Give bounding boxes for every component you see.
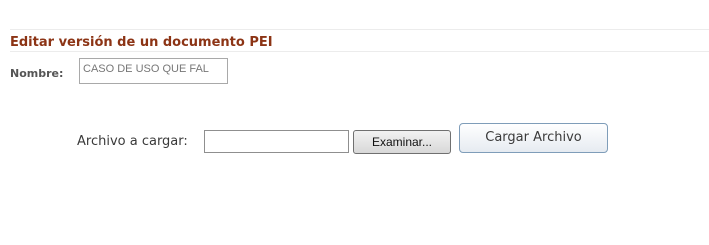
file-label: Archivo a cargar: <box>77 134 188 149</box>
title-divider <box>10 51 709 52</box>
upload-file-button[interactable]: Cargar Archivo <box>459 123 608 153</box>
name-field[interactable]: CASO DE USO QUE FAL <box>79 58 228 84</box>
top-divider <box>10 29 709 30</box>
browse-button[interactable]: Examinar... <box>353 130 451 154</box>
section-title: Editar versión de un documento PEI <box>10 35 273 50</box>
name-label: Nombre: <box>10 67 64 80</box>
file-path-input[interactable] <box>204 130 349 153</box>
